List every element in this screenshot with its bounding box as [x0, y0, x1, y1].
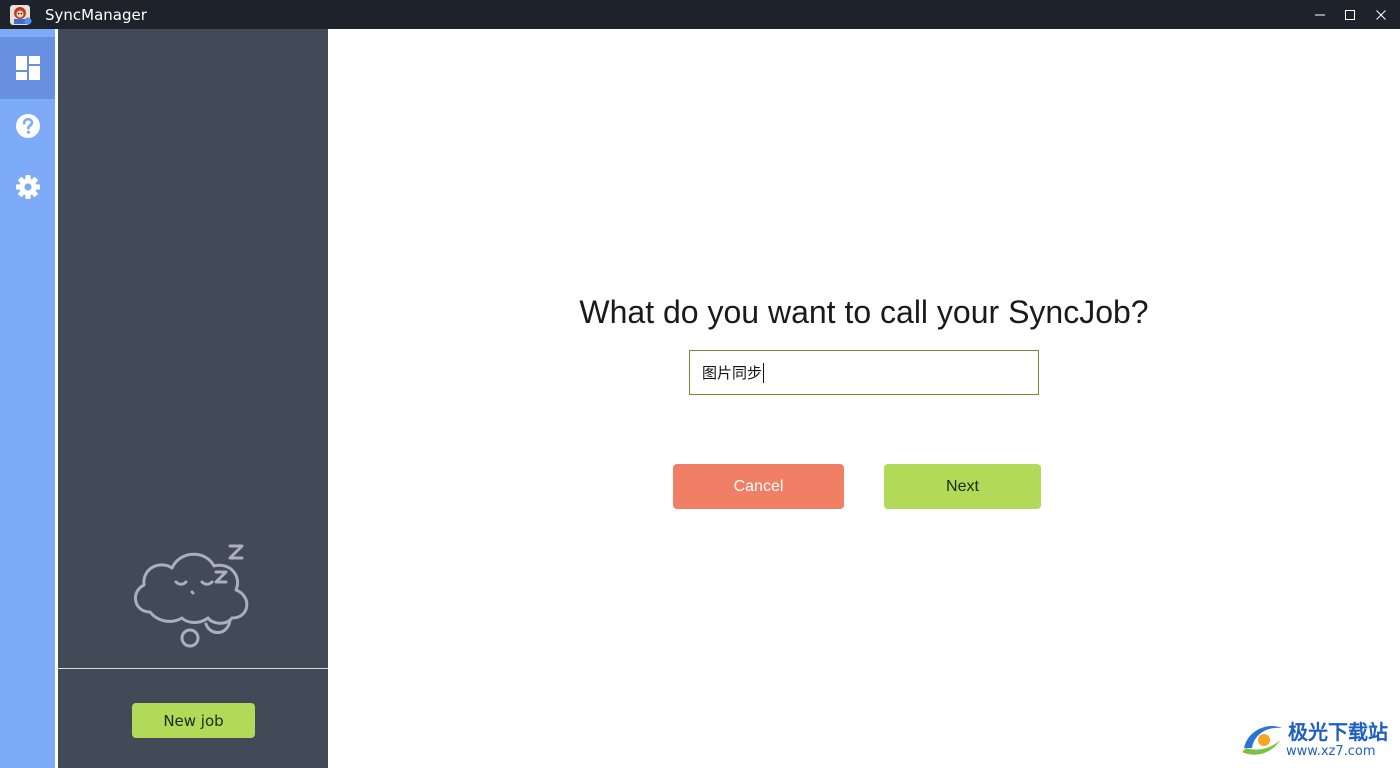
watermark-url: www.xz7.com: [1286, 744, 1376, 759]
gear-icon: [15, 175, 40, 199]
title-bar: SyncManager: [0, 0, 1400, 29]
window-title: SyncManager: [45, 6, 147, 24]
wizard-question: What do you want to call your SyncJob?: [579, 294, 1149, 330]
syncjob-name-value: 图片同步: [702, 364, 763, 382]
nav-rail: [0, 29, 55, 768]
next-button[interactable]: Next: [884, 464, 1041, 509]
panel-divider: [58, 668, 328, 669]
dashboard-icon: [15, 56, 40, 80]
app-logo-icon: [10, 5, 32, 25]
minimize-icon: [1315, 14, 1325, 15]
new-job-button[interactable]: New job: [132, 703, 255, 738]
nav-dashboard[interactable]: [0, 37, 55, 99]
close-button[interactable]: [1366, 0, 1396, 29]
job-list-panel: [58, 29, 328, 768]
text-caret: [763, 362, 765, 383]
cancel-button[interactable]: Cancel: [673, 464, 844, 509]
sleeping-cloud-icon: [134, 544, 249, 648]
help-icon: [15, 114, 40, 138]
close-icon: [1376, 9, 1386, 20]
nav-help[interactable]: [0, 95, 55, 157]
maximize-button[interactable]: [1335, 0, 1365, 29]
nav-settings[interactable]: [0, 156, 55, 218]
watermark-title: 极光下载站: [1288, 720, 1388, 744]
maximize-icon: [1345, 9, 1355, 20]
watermark: 极光下载站 www.xz7.com: [1238, 714, 1393, 764]
syncjob-name-input[interactable]: 图片同步: [689, 350, 1039, 395]
wizard-area: [328, 29, 1400, 768]
watermark-logo-icon: [1242, 726, 1282, 755]
minimize-button[interactable]: [1305, 0, 1335, 29]
